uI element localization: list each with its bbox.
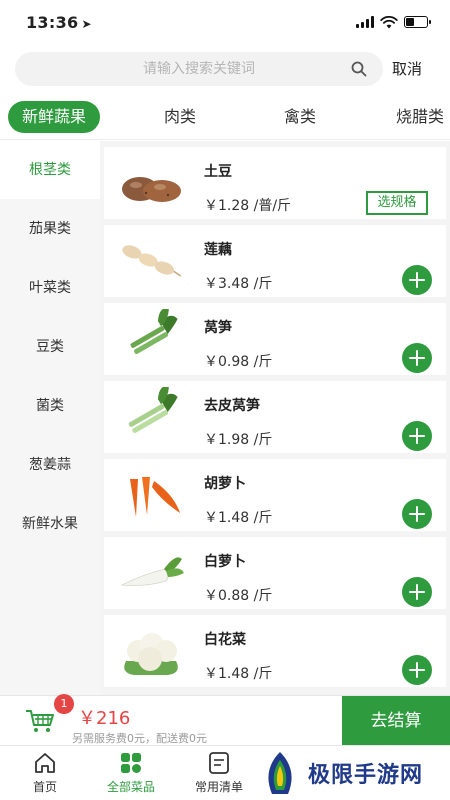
category-tabs: 新鲜蔬果 肉类 禽类 烧腊类 — [0, 96, 450, 140]
sidebar-item-leafy-greens[interactable]: 叶菜类 — [0, 259, 100, 317]
product-price: ￥3.48 /斤 — [204, 276, 273, 292]
potato-image — [122, 177, 181, 202]
add-to-cart-button[interactable] — [402, 577, 432, 607]
product-name: 白萝卜 — [204, 554, 246, 570]
nav-home[interactable]: 首页 — [10, 752, 80, 795]
nav-label: 首页 — [32, 780, 57, 794]
shopping-cart-icon[interactable] — [24, 708, 56, 734]
home-icon — [35, 753, 55, 773]
status-bar: 13:36 ➤ — [0, 0, 450, 44]
celtuce-image — [130, 309, 178, 354]
logo-mark-icon — [268, 752, 292, 794]
carrot-image — [130, 477, 180, 517]
product-name: 去皮莴笋 — [204, 398, 260, 414]
search-input[interactable] — [49, 61, 349, 77]
cancel-button[interactable]: 取消 — [392, 58, 422, 79]
wifi-icon — [380, 15, 398, 28]
product-card[interactable]: 胡萝卜 ￥1.48 /斤 — [104, 459, 446, 531]
signal-icon — [356, 16, 374, 28]
product-name: 白花菜 — [204, 632, 246, 648]
location-arrow-icon: ➤ — [81, 16, 92, 31]
lotus-root-image — [122, 245, 182, 277]
nav-common-list[interactable]: 常用清单 — [184, 752, 254, 795]
tab-poultry[interactable]: 禽类 — [280, 101, 320, 133]
nav-all-dishes[interactable]: 全部菜品 — [96, 752, 166, 795]
add-to-cart-button[interactable] — [402, 265, 432, 295]
cart-fee-note: 另需服务费0元，配送费0元 — [72, 732, 207, 745]
product-price: ￥0.98 /斤 — [204, 354, 273, 370]
checkout-button[interactable]: 去结算 — [342, 696, 450, 746]
sidebar-item-fruit-vegetables[interactable]: 茄果类 — [0, 200, 100, 258]
list-icon — [209, 752, 229, 774]
status-time: 13:36 ➤ — [26, 13, 92, 32]
nav-label: 全部菜品 — [106, 780, 155, 794]
status-icons — [356, 15, 431, 29]
product-price: ￥1.48 /斤 — [204, 666, 273, 682]
product-list: 土豆 ￥1.28 /普/斤 选规格 莲藕 ￥3.48 /斤 莴笋 ￥0.98 /… — [100, 141, 450, 695]
add-to-cart-button[interactable] — [402, 421, 432, 451]
product-card[interactable]: 白花菜 ￥1.48 /斤 — [104, 615, 446, 687]
sidebar-item-beans[interactable]: 豆类 — [0, 318, 100, 376]
watermark-logo: 极限手游网 — [258, 748, 448, 798]
clock-text: 13:36 — [26, 12, 79, 32]
product-name: 土豆 — [204, 164, 232, 180]
cart-bar: 1 ￥216 另需服务费0元，配送费0元 去结算 — [0, 694, 450, 746]
product-card[interactable]: 去皮莴笋 ￥1.98 /斤 — [104, 381, 446, 453]
search-row: 取消 — [0, 50, 450, 88]
select-spec-button[interactable]: 选规格 — [366, 191, 428, 215]
product-name: 莲藕 — [204, 242, 232, 258]
add-to-cart-button[interactable] — [402, 655, 432, 685]
sidebar-item-onion-ginger-garlic[interactable]: 葱姜蒜 — [0, 436, 100, 494]
search-icon[interactable] — [351, 61, 367, 77]
nav-label: 常用清单 — [194, 780, 243, 794]
product-card[interactable]: 莴笋 ￥0.98 /斤 — [104, 303, 446, 375]
cart-count-badge: 1 — [54, 694, 74, 714]
tab-roast-meat[interactable]: 烧腊类 — [390, 101, 450, 133]
white-radish-image — [120, 557, 184, 586]
sidebar-item-fresh-fruit[interactable]: 新鲜水果 — [0, 495, 100, 553]
product-card[interactable]: 白萝卜 ￥0.88 /斤 — [104, 537, 446, 609]
grid-icon — [121, 753, 141, 773]
product-name: 胡萝卜 — [204, 476, 246, 492]
product-name: 莴笋 — [204, 320, 232, 336]
product-price: ￥1.28 /普/斤 — [204, 198, 292, 214]
product-card[interactable]: 土豆 ￥1.28 /普/斤 选规格 — [104, 147, 446, 219]
peeled-celtuce-image — [128, 387, 178, 433]
tab-meat[interactable]: 肉类 — [160, 101, 200, 133]
sidebar: 根茎类 茄果类 叶菜类 豆类 菌类 葱姜蒜 新鲜水果 — [0, 141, 100, 695]
cart-total: ￥216 — [78, 708, 131, 729]
sidebar-item-mushrooms[interactable]: 菌类 — [0, 377, 100, 435]
battery-icon — [404, 16, 431, 28]
product-card[interactable]: 莲藕 ￥3.48 /斤 — [104, 225, 446, 297]
product-price: ￥1.48 /斤 — [204, 510, 273, 526]
cauliflower-image — [124, 633, 178, 675]
tab-fresh-produce[interactable]: 新鲜蔬果 — [8, 101, 101, 133]
product-price: ￥1.98 /斤 — [204, 432, 273, 448]
sidebar-item-root-vegetables[interactable]: 根茎类 — [0, 141, 100, 199]
add-to-cart-button[interactable] — [402, 499, 432, 529]
add-to-cart-button[interactable] — [402, 343, 432, 373]
search-box[interactable] — [15, 52, 383, 86]
product-price: ￥0.88 /斤 — [204, 588, 273, 604]
watermark-text: 极限手游网 — [308, 763, 424, 788]
